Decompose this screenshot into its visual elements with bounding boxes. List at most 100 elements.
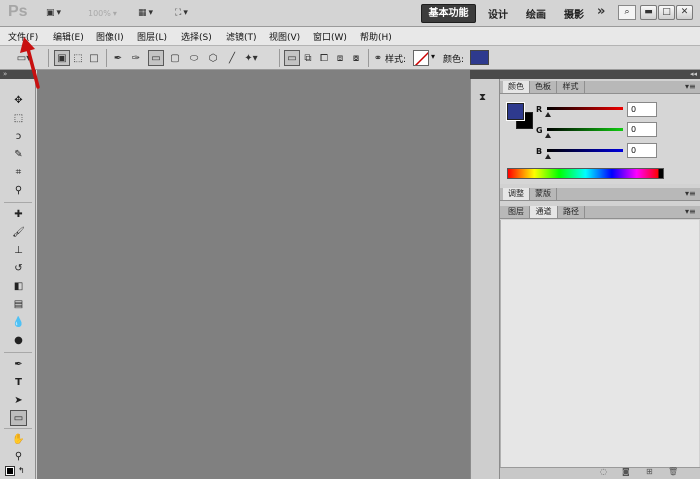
pen-tool[interactable]: ✒	[10, 356, 27, 372]
separator	[4, 202, 32, 203]
menu-help[interactable]: 帮助(H)	[360, 30, 392, 43]
panel-dock-collapse[interactable]: ◂◂	[500, 70, 700, 79]
film-icon: ▣	[46, 8, 55, 18]
pen-icon: ✒	[14, 358, 23, 370]
new-channel-icon[interactable]: ⊞	[646, 467, 653, 476]
screen-mode-button[interactable]: ⛶ ▾	[175, 5, 188, 21]
bridge-button[interactable]: ▣ ▾	[46, 5, 61, 21]
minimize-button[interactable]: ▬	[640, 5, 657, 20]
search-icon[interactable]: ⌕	[618, 5, 636, 20]
channel-r-field[interactable]: 0	[627, 102, 657, 117]
more-workspaces-button[interactable]: »	[597, 4, 605, 19]
lasso-tool[interactable]: ↄ	[10, 128, 27, 144]
foreground-color-chip[interactable]	[5, 466, 15, 476]
pen-tool-button[interactable]: ✒	[110, 50, 126, 66]
channel-g-thumb[interactable]	[545, 133, 551, 138]
marquee-tool[interactable]: ⬚	[10, 110, 27, 126]
blur-tool[interactable]: 💧	[10, 314, 27, 330]
close-button[interactable]: ✕	[676, 5, 693, 20]
panel-menu-icon[interactable]: ▾≡	[685, 207, 696, 216]
channel-g-slider[interactable]	[547, 128, 623, 131]
workspace-photography-button[interactable]: 摄影	[564, 6, 584, 21]
path-selection-tool[interactable]: ➤	[10, 392, 27, 408]
freeform-pen-button[interactable]: ✑	[128, 50, 144, 66]
fill-pixels-icon: □	[89, 52, 99, 64]
menu-window[interactable]: 窗口(W)	[313, 30, 347, 43]
shape-area-add-button[interactable]: ⧉	[300, 50, 316, 66]
fill-pixels-button[interactable]: □	[86, 50, 102, 66]
arrange-documents-button[interactable]: ▦ ▾	[138, 5, 153, 21]
dock-collapse-bar[interactable]	[470, 70, 500, 79]
channel-b-field[interactable]: 0	[627, 143, 657, 158]
separator	[279, 49, 280, 67]
channel-b-thumb[interactable]	[545, 154, 551, 159]
tab-masks[interactable]: 蒙版	[530, 188, 557, 200]
delete-channel-icon[interactable]: 🗑	[668, 467, 678, 476]
channel-r-thumb[interactable]	[545, 112, 551, 117]
line-button[interactable]: ╱	[224, 50, 240, 66]
channel-b-slider[interactable]	[547, 149, 623, 152]
maximize-button[interactable]: □	[658, 5, 675, 20]
document-canvas[interactable]	[37, 70, 470, 479]
color-spectrum-bar[interactable]	[507, 168, 664, 179]
shape-area-intersect-button[interactable]: ⧈	[332, 50, 348, 66]
menu-select[interactable]: 选择(S)	[181, 30, 212, 43]
shape-area-new-button[interactable]: ▭	[284, 50, 300, 66]
panel-menu-icon[interactable]: ▾≡	[685, 82, 696, 91]
menu-view[interactable]: 视图(V)	[269, 30, 300, 43]
shape-area-exclude-button[interactable]: ⧇	[348, 50, 364, 66]
style-picker[interactable]	[413, 50, 429, 66]
shape-color-swatch[interactable]	[470, 50, 489, 65]
ellipse-button[interactable]: ⬭	[186, 50, 202, 66]
lasso-icon: ↄ	[15, 130, 22, 142]
crop-tool[interactable]: ⌗	[10, 164, 27, 180]
history-panel-icon[interactable]: ⧗	[479, 92, 493, 106]
paths-button[interactable]: ⬚	[70, 50, 86, 66]
tab-color[interactable]: 颜色	[503, 81, 530, 93]
healing-brush-tool[interactable]: ✚	[10, 206, 27, 222]
eraser-tool[interactable]: ◧	[10, 278, 27, 294]
shape-area-subtract-button[interactable]: ⧠	[316, 50, 332, 66]
link-style-button[interactable]: ⚭	[370, 50, 386, 66]
channel-g-label: G	[536, 126, 543, 135]
zoom-level-select[interactable]: 100% ▾	[88, 5, 117, 21]
zoom-tool[interactable]: ⚲	[10, 448, 27, 464]
channel-r-slider[interactable]	[547, 107, 623, 110]
menu-image[interactable]: 图像(I)	[96, 30, 124, 43]
workspace-painting-button[interactable]: 绘画	[526, 6, 546, 21]
tab-swatches[interactable]: 色板	[530, 81, 557, 93]
save-selection-icon[interactable]: ◙	[622, 467, 630, 476]
rounded-rectangle-button[interactable]: ▢	[167, 50, 183, 66]
tab-adjustments[interactable]: 调整	[503, 188, 530, 200]
history-brush-icon: ↺	[14, 262, 23, 274]
dodge-tool[interactable]: ●	[10, 332, 27, 348]
brush-tool[interactable]: 🖌	[10, 224, 27, 240]
load-selection-icon[interactable]: ◌	[600, 467, 607, 476]
eyedropper-tool[interactable]: ⚲	[10, 182, 27, 198]
tab-channels[interactable]: 通道	[530, 206, 558, 218]
panel-menu-icon[interactable]: ▾≡	[685, 189, 696, 198]
history-brush-tool[interactable]: ↺	[10, 260, 27, 276]
swap-colors-icon[interactable]: ↰	[18, 466, 25, 475]
menu-layer[interactable]: 图层(L)	[137, 30, 167, 43]
rectangle-shape-button[interactable]: ▭	[148, 50, 164, 66]
polygon-button[interactable]: ⬡	[205, 50, 221, 66]
tab-paths[interactable]: 路径	[558, 206, 585, 218]
custom-shape-button[interactable]: ✦▾	[243, 50, 259, 66]
clone-stamp-tool[interactable]: ⊥	[10, 242, 27, 258]
workspace-essentials-button[interactable]: 基本功能	[421, 4, 476, 23]
tab-layers[interactable]: 图层	[503, 206, 530, 218]
type-tool[interactable]: T	[10, 374, 27, 390]
gradient-tool[interactable]: ▤	[10, 296, 27, 312]
foreground-color-swatch[interactable]	[506, 102, 525, 121]
collapsed-panel-dock	[470, 70, 500, 479]
workspace-design-button[interactable]: 设计	[488, 6, 508, 21]
quick-selection-tool[interactable]: ✎	[10, 146, 27, 162]
channel-g-field[interactable]: 0	[627, 122, 657, 137]
tab-styles[interactable]: 样式	[557, 81, 585, 93]
hand-tool[interactable]: ✋	[10, 431, 27, 447]
chevron-down-icon[interactable]: ▾	[431, 52, 435, 61]
channels-list	[500, 220, 699, 467]
menu-filter[interactable]: 滤镜(T)	[226, 30, 257, 43]
rectangle-tool[interactable]: ▭	[10, 410, 27, 426]
